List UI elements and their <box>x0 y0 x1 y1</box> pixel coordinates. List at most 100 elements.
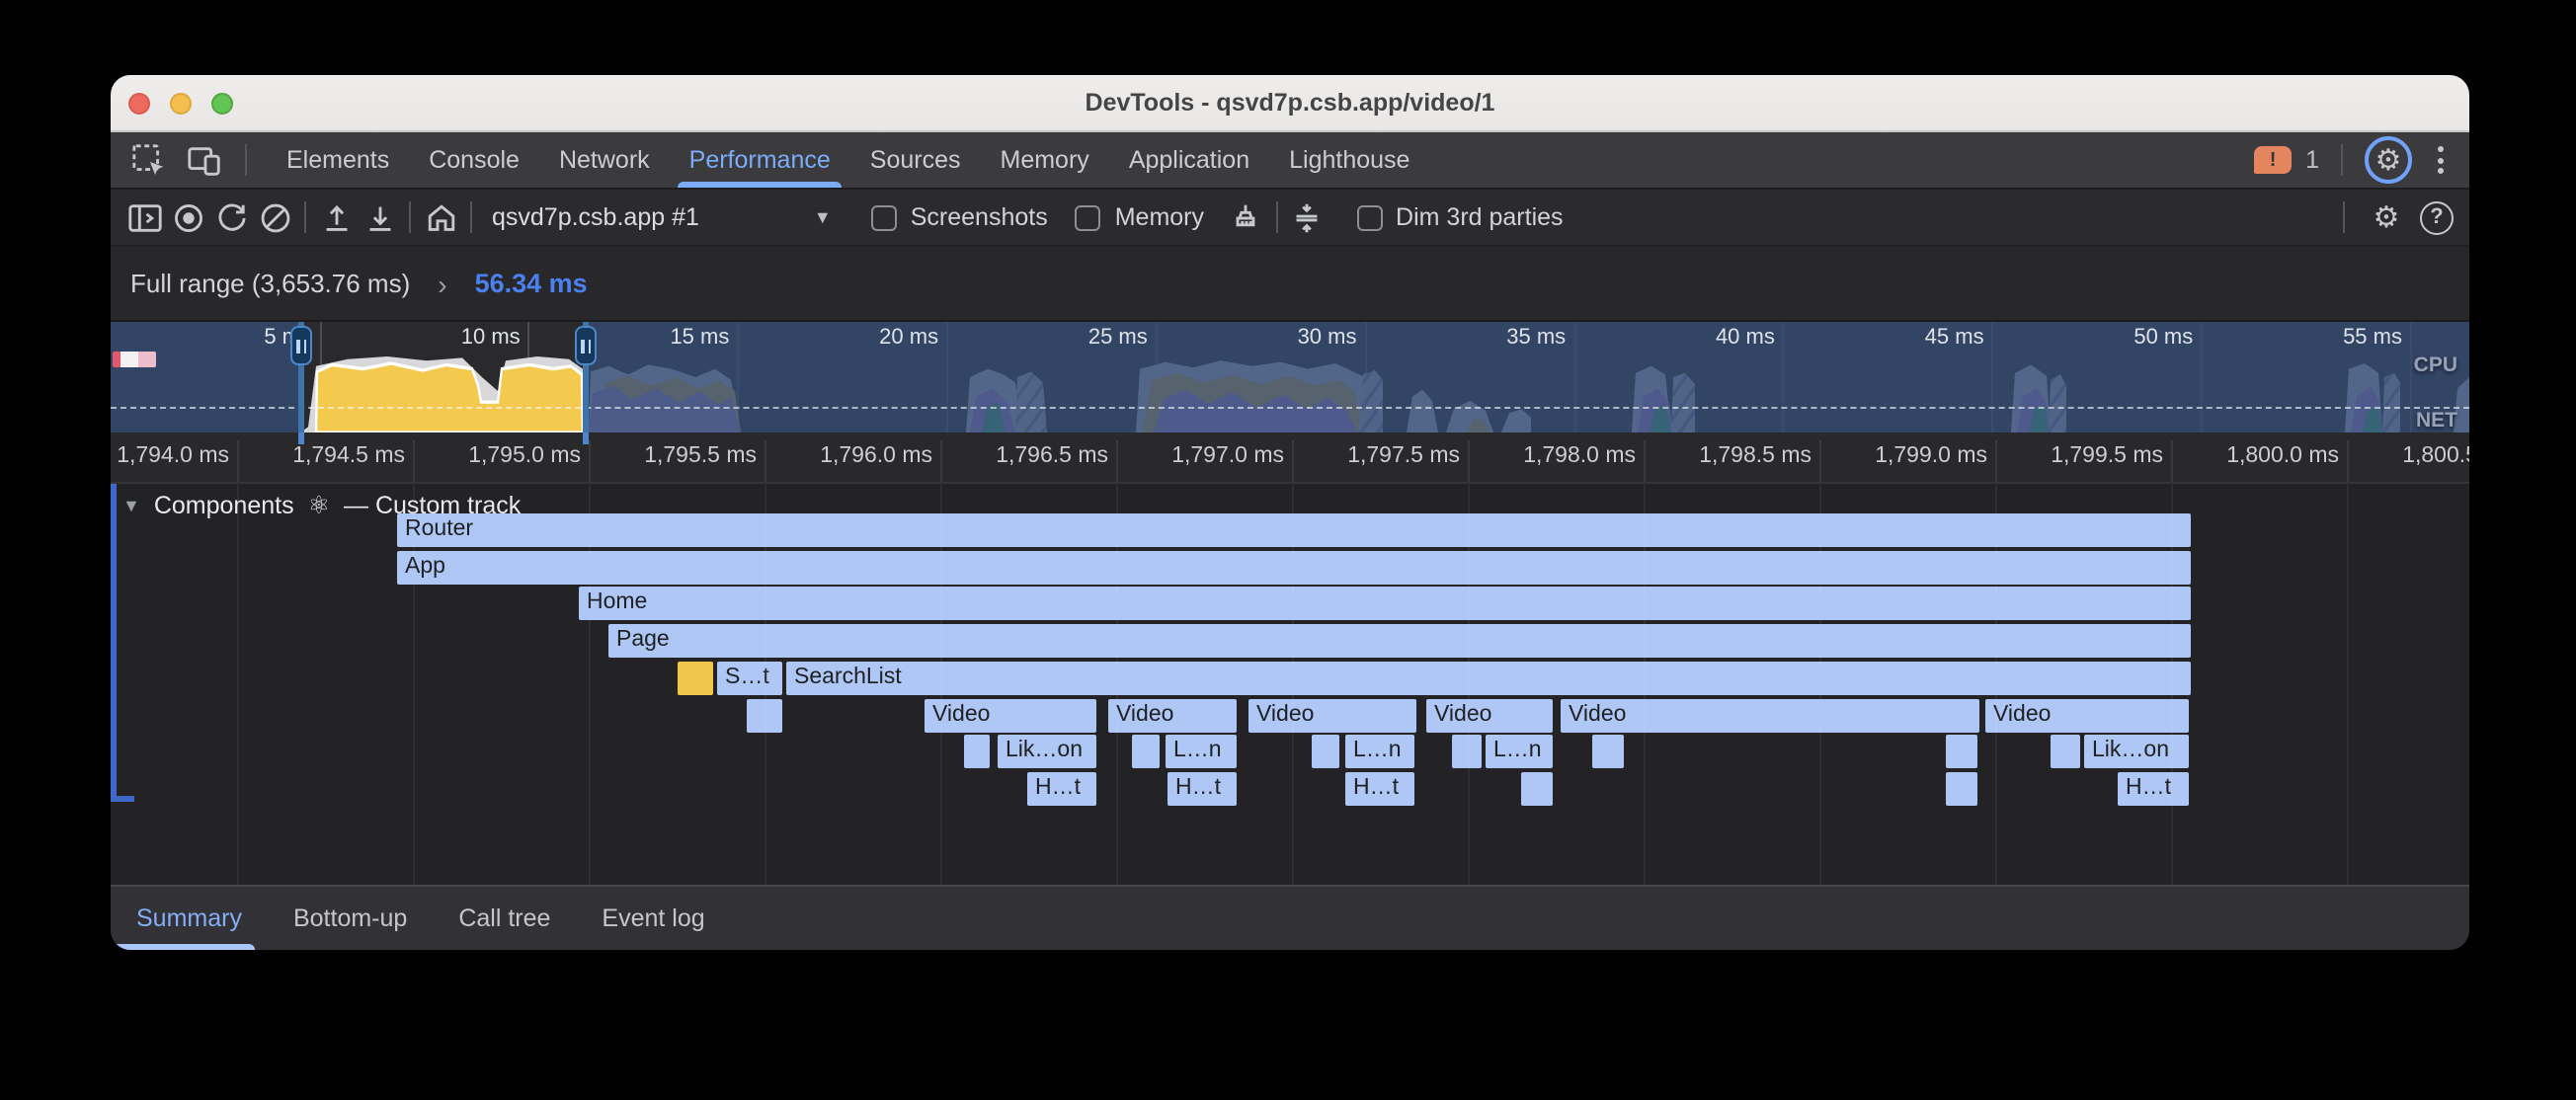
zoom-button[interactable] <box>211 93 233 115</box>
checkbox-box[interactable] <box>871 204 897 230</box>
flame-bar-app[interactable]: App <box>397 550 2191 584</box>
home-icon[interactable] <box>419 196 462 238</box>
network-request-bar <box>113 352 156 367</box>
flame-bar-page[interactable]: Page <box>608 624 2191 658</box>
reload-and-record-icon[interactable] <box>209 196 253 238</box>
overview-tick-label: 30 ms <box>1250 326 1357 350</box>
flame-gridline <box>765 484 766 885</box>
device-toolbar-icon[interactable] <box>182 139 225 181</box>
tab-memory[interactable]: Memory <box>981 132 1109 188</box>
flame-bar-video[interactable]: Video <box>1248 698 1416 732</box>
flame-bar-h-t[interactable]: H…t <box>1027 772 1096 806</box>
timeline-overview[interactable]: 5 ms10 ms15 ms20 ms25 ms30 ms35 ms40 ms4… <box>111 322 2469 432</box>
flame-bar[interactable] <box>964 735 990 768</box>
ruler-label: 1,796.0 ms <box>759 444 932 468</box>
flame-bar[interactable] <box>1452 735 1482 768</box>
performance-toolbar: qsvd7p.csb.app #1 ▼ Screenshots Memory D… <box>111 190 2469 247</box>
flame-bar[interactable] <box>1946 735 1977 768</box>
memory-checkbox[interactable]: Memory <box>1076 203 1204 231</box>
tab-network[interactable]: Network <box>539 132 670 188</box>
tab-sources[interactable]: Sources <box>850 132 981 188</box>
timeline-ruler[interactable]: 1,794.0 ms1,794.5 ms1,795.0 ms1,795.5 ms… <box>111 432 2469 484</box>
flame-chart[interactable]: ▼ Components ⚛ — Custom track RouterAppH… <box>111 484 2469 885</box>
divider <box>304 201 306 233</box>
checkbox-box[interactable] <box>1356 204 1382 230</box>
flame-gridline <box>1116 484 1118 885</box>
flame-bar-lik-on[interactable]: Lik…on <box>2084 735 2189 768</box>
window-resize-handle-left[interactable] <box>290 326 312 365</box>
divider <box>245 144 247 176</box>
flame-bar-l-n[interactable]: L…n <box>1486 735 1553 768</box>
clear-icon[interactable] <box>253 196 296 238</box>
divider <box>2341 144 2343 176</box>
flame-bar-video[interactable]: Video <box>1426 698 1553 732</box>
checkbox-box[interactable] <box>1076 204 1101 230</box>
ruler-label: 1,795.5 ms <box>583 444 757 468</box>
overview-tick-label: 40 ms <box>1668 326 1775 350</box>
flame-bar[interactable] <box>1312 735 1339 768</box>
ruler-label: 1,796.5 ms <box>934 444 1108 468</box>
collapse-sections-icon[interactable] <box>1285 196 1328 238</box>
toolbar-right: ⚙ ? <box>2335 196 2469 238</box>
flame-bar[interactable] <box>1946 772 1977 806</box>
macos-titlebar[interactable]: DevTools - qsvd7p.csb.app/video/1 <box>111 75 2469 132</box>
dim-3rd-parties-checkbox[interactable]: Dim 3rd parties <box>1356 203 1564 231</box>
panel-tabs: ElementsConsoleNetworkPerformanceSources… <box>267 132 1429 188</box>
flame-bar[interactable] <box>1132 735 1160 768</box>
issues-count[interactable]: 1 <box>2305 146 2319 174</box>
flame-bar-searchlist[interactable]: SearchList <box>786 662 2191 695</box>
target-selector[interactable]: qsvd7p.csb.app #1 ▼ <box>480 203 844 231</box>
window-resize-handle-right[interactable] <box>575 326 597 365</box>
flame-bar-lik-on[interactable]: Lik…on <box>998 735 1096 768</box>
divider <box>2343 201 2345 233</box>
flame-bar-l-n[interactable]: L…n <box>1345 735 1414 768</box>
flame-bar-video[interactable]: Video <box>1561 698 1979 732</box>
flame-gridline <box>1468 484 1470 885</box>
stage: DevTools - qsvd7p.csb.app/video/1 Elemen… <box>0 0 2576 1100</box>
track-name: Components <box>154 491 294 518</box>
bottom-tab-call-tree[interactable]: Call tree <box>433 887 576 950</box>
flame-bar-router[interactable]: Router <box>397 513 2191 547</box>
flame-bar-video[interactable]: Video <box>925 698 1096 732</box>
flame-bar[interactable] <box>678 662 713 695</box>
collapse-triangle-icon[interactable]: ▼ <box>122 495 140 514</box>
flame-bar-h-t[interactable]: H…t <box>1167 772 1237 806</box>
tab-performance[interactable]: Performance <box>670 132 850 188</box>
tab-application[interactable]: Application <box>1109 132 1269 188</box>
flame-bar-video[interactable]: Video <box>1108 698 1237 732</box>
flame-bar[interactable] <box>1521 772 1553 806</box>
bottom-tab-bottom-up[interactable]: Bottom-up <box>268 887 433 950</box>
flame-bar-l-n[interactable]: L…n <box>1166 735 1237 768</box>
minimize-button[interactable] <box>170 93 192 115</box>
bottom-tab-summary[interactable]: Summary <box>111 887 268 950</box>
flame-bar[interactable] <box>1592 735 1624 768</box>
flame-bar-home[interactable]: Home <box>579 588 2191 621</box>
ruler-label: 1,798.0 ms <box>1462 444 1636 468</box>
more-options-icon[interactable] <box>2426 146 2454 174</box>
issues-icon[interactable]: ! <box>2254 146 2292 174</box>
inspect-element-icon[interactable] <box>126 139 170 181</box>
flame-bar-s-t[interactable]: S…t <box>717 662 782 695</box>
collect-garbage-icon[interactable] <box>1224 196 1267 238</box>
close-button[interactable] <box>128 93 150 115</box>
tab-console[interactable]: Console <box>409 132 539 188</box>
tab-lighthouse[interactable]: Lighthouse <box>1269 132 1429 188</box>
flame-bar-video[interactable]: Video <box>1985 698 2189 732</box>
upload-profile-icon[interactable] <box>314 196 358 238</box>
screenshots-checkbox[interactable]: Screenshots <box>871 203 1048 231</box>
toggle-sidebar-icon[interactable] <box>122 196 166 238</box>
tab-elements[interactable]: Elements <box>267 132 409 188</box>
breadcrumb-full-range[interactable]: Full range (3,653.76 ms) <box>130 269 410 298</box>
record-icon[interactable] <box>166 196 209 238</box>
capture-settings-gear-icon[interactable]: ⚙ <box>2365 196 2408 238</box>
flame-bar-h-t[interactable]: H…t <box>1345 772 1414 806</box>
overview-tick-label: 10 ms <box>414 326 521 350</box>
flame-bar-h-t[interactable]: H…t <box>2118 772 2189 806</box>
target-selector-value: qsvd7p.csb.app #1 <box>492 203 699 231</box>
breadcrumb-selected-range[interactable]: 56.34 ms <box>475 269 588 298</box>
bottom-tab-event-log[interactable]: Event log <box>576 887 730 950</box>
download-profile-icon[interactable] <box>358 196 401 238</box>
flame-bar[interactable] <box>2051 735 2080 768</box>
help-icon[interactable]: ? <box>2420 200 2454 234</box>
settings-gear-icon[interactable]: ⚙ <box>2365 136 2412 184</box>
